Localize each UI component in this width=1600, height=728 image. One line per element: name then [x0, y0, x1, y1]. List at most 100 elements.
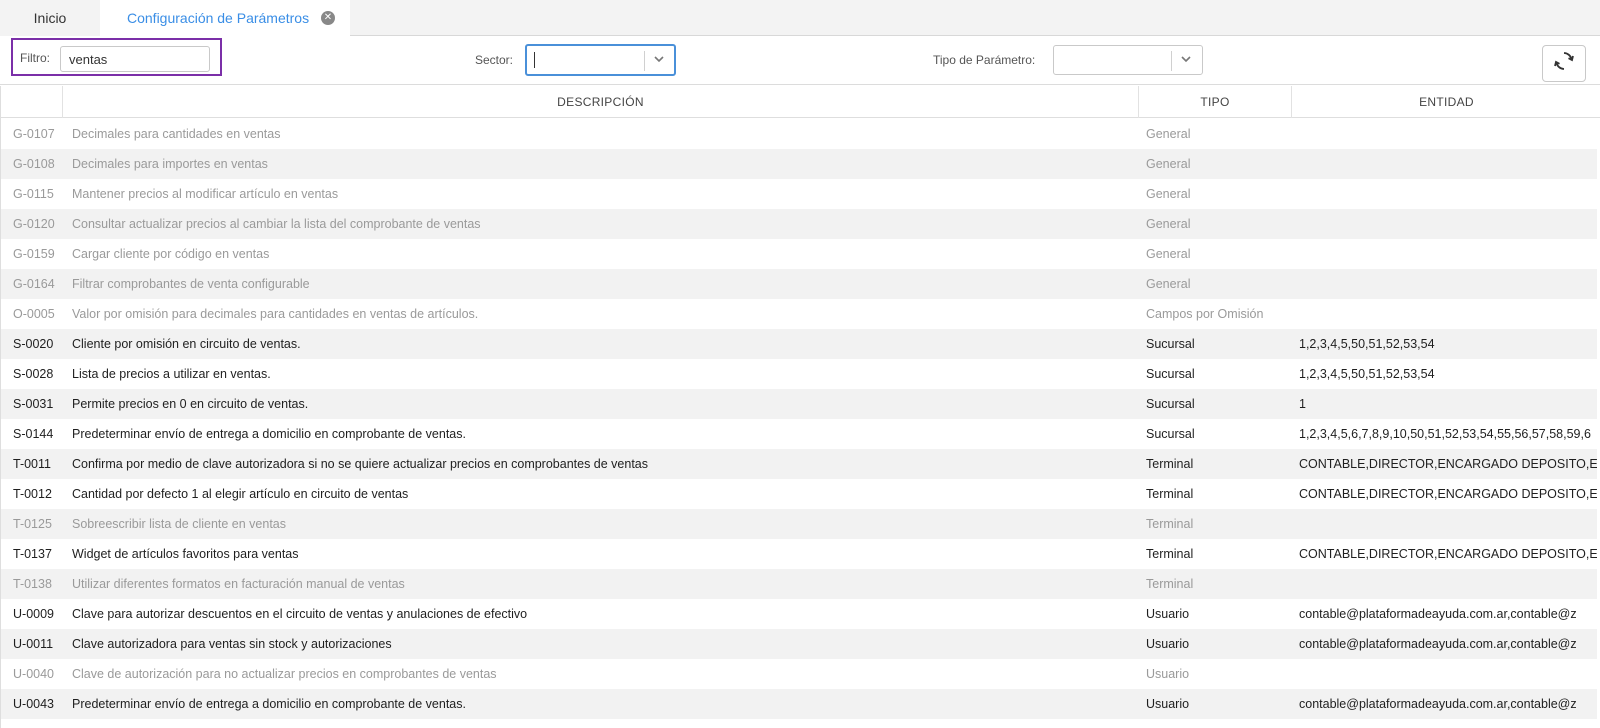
- table-row[interactable]: U-0043 Predeterminar envío de entrega a d…: [1, 689, 1600, 719]
- cell-tipo: Terminal: [1146, 457, 1194, 471]
- cell-tipo: Terminal: [1146, 517, 1194, 531]
- cell-entidad: [1299, 119, 1600, 149]
- table-row[interactable]: T-0137 Widget de artículos favoritos para…: [1, 539, 1600, 569]
- cell-entidad: 1,2,3,4,5,6,7,8,9,10,50,51,52,53,54,55,5…: [1299, 427, 1591, 441]
- table-row[interactable]: U-0011 Clave autorizadora para ventas sin…: [1, 629, 1600, 659]
- table-row[interactable]: T-0012 Cantidad por defecto 1 al elegir a…: [1, 479, 1600, 509]
- cell-tipo: Terminal: [1146, 577, 1194, 591]
- cell-tipo: Sucursal: [1146, 397, 1195, 411]
- cell-code: S-0144: [13, 427, 54, 441]
- cell-code: G-0120: [13, 217, 55, 231]
- cell-descripcion: Consultar actualizar precios al cambiar …: [72, 217, 481, 231]
- table-row[interactable]: U-0040 Clave de autorización para no actu…: [1, 659, 1600, 689]
- cell-tipo: Sucursal: [1146, 427, 1195, 441]
- table-row[interactable]: G-0120 Consultar actualizar precios al ca…: [1, 209, 1600, 239]
- cell-descripcion: Decimales para importes en ventas: [72, 157, 268, 171]
- table-row[interactable]: S-0020 Cliente por omisión en circuito de…: [1, 329, 1600, 359]
- cell-entidad: CONTABLE,DIRECTOR,ENCARGADO DEPOSITO,ENC: [1299, 457, 1600, 471]
- cell-tipo: General: [1146, 217, 1191, 231]
- table-header: DESCRIPCIÓN TIPO ENTIDAD: [1, 86, 1600, 118]
- cell-entidad: [1299, 509, 1600, 539]
- refresh-icon: [1553, 50, 1575, 77]
- filter-input[interactable]: [60, 46, 210, 72]
- table-row[interactable]: T-0138 Utilizar diferentes formatos en fa…: [1, 569, 1600, 599]
- cell-descripcion: Valor por omisión para decimales para ca…: [72, 307, 479, 321]
- cell-code: T-0012: [13, 487, 52, 501]
- chevron-down-icon[interactable]: [1177, 52, 1195, 70]
- sector-select[interactable]: [525, 44, 676, 76]
- table-row[interactable]: G-0108 Decimales para importes en ventas G…: [1, 149, 1600, 179]
- text-cursor: [534, 52, 535, 68]
- filter-toolbar: Filtro: Sector: Tipo de Parámetro:: [0, 37, 1600, 85]
- cell-code: S-0028: [13, 367, 54, 381]
- tab-inicio[interactable]: Inicio: [0, 0, 100, 36]
- cell-descripcion: Clave para autorizar descuentos en el ci…: [72, 607, 528, 621]
- cell-entidad: 1,2,3,4,5,50,51,52,53,54: [1299, 337, 1435, 351]
- table-row[interactable]: T-0125 Sobreescribir lista de cliente en …: [1, 509, 1600, 539]
- cell-code: U-0011: [13, 637, 54, 651]
- cell-descripcion: Sobreescribir lista de cliente en ventas: [72, 517, 287, 531]
- cell-tipo: Campos por Omisión: [1146, 307, 1264, 321]
- tipo-parametro-select[interactable]: [1053, 45, 1203, 75]
- refresh-button[interactable]: [1542, 45, 1586, 82]
- cell-entidad: contable@plataformadeayuda.com.ar,contab…: [1299, 697, 1577, 711]
- sector-label: Sector:: [475, 53, 514, 67]
- column-header-tipo[interactable]: TIPO: [1139, 86, 1292, 118]
- select-divider: [644, 51, 645, 71]
- cell-descripcion: Mantener precios al modificar artículo e…: [72, 187, 339, 201]
- cell-entidad: CONTABLE,DIRECTOR,ENCARGADO DEPOSITO,ENC: [1299, 487, 1600, 501]
- cell-descripcion: Confirma por medio de clave autorizadora…: [72, 457, 649, 471]
- column-header-entidad[interactable]: ENTIDAD: [1292, 86, 1600, 118]
- table-row[interactable]: S-0144 Predeterminar envío de entrega a d…: [1, 419, 1600, 449]
- cell-tipo: Terminal: [1146, 487, 1194, 501]
- cell-entidad: 1: [1299, 397, 1306, 411]
- cell-tipo: General: [1146, 187, 1191, 201]
- parameters-table: DESCRIPCIÓN TIPO ENTIDAD G-0107 Decimales…: [0, 86, 1600, 728]
- cell-code: G-0108: [13, 157, 55, 171]
- cell-descripcion: Permite precios en 0 en circuito de vent…: [72, 397, 309, 411]
- cell-entidad: contable@plataformadeayuda.com.ar,contab…: [1299, 637, 1577, 651]
- chevron-down-icon[interactable]: [650, 52, 668, 70]
- select-divider: [1171, 51, 1172, 71]
- cell-code: T-0125: [13, 517, 52, 531]
- cell-descripcion: Predeterminar envío de entrega a domicil…: [72, 697, 466, 711]
- cell-code: G-0159: [13, 247, 55, 261]
- cell-entidad: [1299, 149, 1600, 179]
- table-row[interactable]: G-0159 Cargar cliente por código en venta…: [1, 239, 1600, 269]
- table-row[interactable]: G-0107 Decimales para cantidades en venta…: [1, 119, 1600, 149]
- cell-entidad: 1,2,3,4,5,50,51,52,53,54: [1299, 367, 1435, 381]
- tab-configuracion-parametros[interactable]: Configuración de Parámetros ✕: [100, 0, 350, 37]
- table-row[interactable]: T-0011 Confirma por medio de clave autori…: [1, 449, 1600, 479]
- filter-label: Filtro:: [20, 51, 50, 65]
- table-row[interactable]: G-0164 Filtrar comprobantes de venta conf…: [1, 269, 1600, 299]
- cell-descripcion: Lista de precios a utilizar en ventas.: [72, 367, 271, 381]
- cell-tipo: Sucursal: [1146, 367, 1195, 381]
- cell-tipo: Usuario: [1146, 637, 1190, 651]
- cell-descripcion: Utilizar diferentes formatos en facturac…: [72, 577, 405, 591]
- cell-descripcion: Decimales para cantidades en ventas: [72, 127, 281, 141]
- cell-tipo: Terminal: [1146, 547, 1194, 561]
- column-header-code[interactable]: [1, 86, 63, 118]
- table-row[interactable]: U-0009 Clave para autorizar descuentos en…: [1, 599, 1600, 629]
- cell-code: T-0138: [13, 577, 52, 591]
- cell-code: T-0011: [13, 457, 51, 471]
- close-icon[interactable]: ✕: [321, 11, 335, 26]
- cell-descripcion: Widget de artículos favoritos para venta…: [72, 547, 299, 561]
- tipo-parametro-label: Tipo de Parámetro:: [933, 53, 1036, 67]
- table-row[interactable]: O-0005 Valor por omisión para decimales p…: [1, 299, 1600, 329]
- cell-descripcion: Cliente por omisión en circuito de venta…: [72, 337, 301, 351]
- table-row[interactable]: G-0115 Mantener precios al modificar artí…: [1, 179, 1600, 209]
- cell-code: U-0043: [13, 697, 54, 711]
- cell-entidad: contable@plataformadeayuda.com.ar,contab…: [1299, 607, 1577, 621]
- cell-entidad: [1299, 299, 1600, 329]
- table-row[interactable]: S-0028 Lista de precios a utilizar en ven…: [1, 359, 1600, 389]
- cell-descripcion: Filtrar comprobantes de venta configurab…: [72, 277, 310, 291]
- table-row[interactable]: S-0031 Permite precios en 0 en circuito d…: [1, 389, 1600, 419]
- table-body: G-0107 Decimales para cantidades en venta…: [1, 119, 1600, 719]
- cell-entidad: [1299, 179, 1600, 209]
- cell-code: G-0107: [13, 127, 55, 141]
- column-header-descripcion[interactable]: DESCRIPCIÓN: [63, 86, 1139, 118]
- cell-descripcion: Cargar cliente por código en ventas: [72, 247, 270, 261]
- cell-code: S-0020: [13, 337, 54, 351]
- cell-entidad: [1299, 239, 1600, 269]
